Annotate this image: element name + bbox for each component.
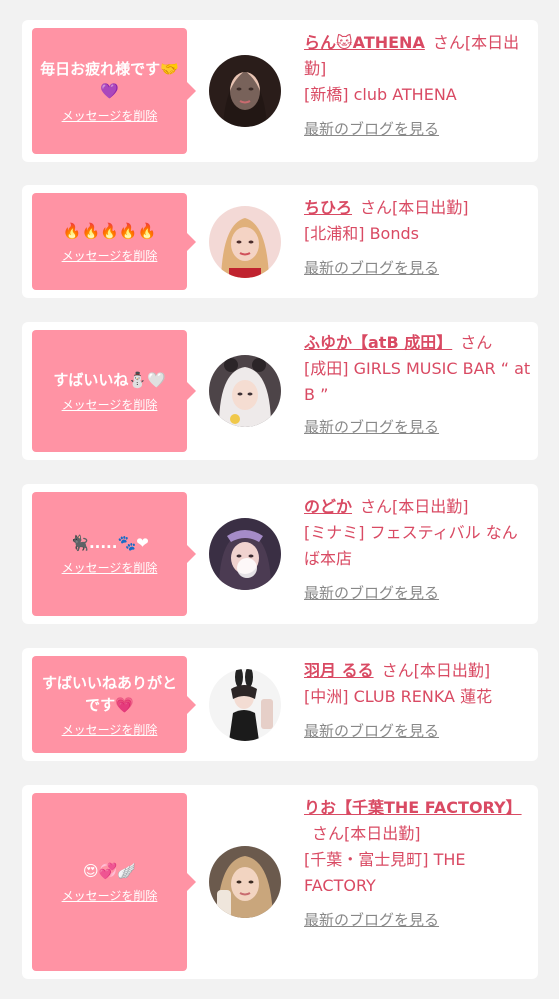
message-bubble: 🐈‍⬛.....🐾❤ メッセージを削除 bbox=[32, 492, 196, 616]
message-card: 🐈‍⬛.....🐾❤ メッセージを削除 のどか さん[本日出勤] [ミナミ] フェ… bbox=[22, 484, 538, 624]
girl-status: さん[本日出勤] bbox=[360, 497, 469, 516]
shop-name: [ミナミ] フェスティバル なんば本店 bbox=[304, 523, 518, 568]
avatar-maid-woman[interactable] bbox=[209, 518, 281, 590]
message-text: すばいいね⛄🤍 bbox=[53, 371, 166, 389]
delete-message-link[interactable]: メッセージを削除 bbox=[62, 247, 158, 264]
latest-blog-link[interactable]: 最新のブログを見る bbox=[304, 116, 439, 142]
latest-blog-link[interactable]: 最新のブログを見る bbox=[304, 907, 439, 933]
delete-message-link[interactable]: メッセージを削除 bbox=[62, 396, 158, 413]
girl-info: ちひろ さん[本日出勤] [北浦和] Bonds 最新のブログを見る bbox=[304, 195, 532, 281]
avatar-dark-hair-woman[interactable] bbox=[209, 55, 281, 127]
girl-info: 羽月 るる さん[本日出勤] [中洲] CLUB RENKA 蓮花 最新のブログを… bbox=[304, 658, 532, 744]
avatar-blonde-selfie-woman[interactable] bbox=[209, 846, 281, 918]
girl-name-link[interactable]: らん🐱ATHENA bbox=[304, 33, 425, 52]
shop-name: [新橋] club ATHENA bbox=[304, 85, 457, 104]
girl-status: さん[本日出勤] bbox=[381, 661, 491, 680]
latest-blog-link[interactable]: 最新のブログを見る bbox=[304, 414, 439, 440]
message-text: 😍💞🪽 bbox=[83, 862, 136, 880]
girl-name-link[interactable]: のどか bbox=[304, 497, 352, 516]
shop-name: [千葉・富士見町] THE FACTORY bbox=[304, 850, 466, 895]
girl-info: りお【千葉THE FACTORY】さん[本日出勤] [千葉・富士見町] THE … bbox=[304, 795, 532, 933]
message-bubble: すばいいね⛄🤍 メッセージを削除 bbox=[32, 330, 196, 452]
girl-name-link[interactable]: ちひろ bbox=[304, 198, 352, 217]
avatar-bunny-woman[interactable] bbox=[209, 669, 281, 741]
message-bubble: 😍💞🪽 メッセージを削除 bbox=[32, 793, 196, 971]
shop-name: [成田] GIRLS MUSIC BAR “ at B ” bbox=[304, 359, 531, 404]
message-card: すばいいね⛄🤍 メッセージを削除 ふゆか【atB 成田】 さん [成田] GIRL… bbox=[22, 322, 538, 460]
message-card: すばいいねありがとです💗 メッセージを削除 羽月 るる さん[本日出勤] [中洲]… bbox=[22, 648, 538, 761]
shop-name: [中洲] CLUB RENKA 蓮花 bbox=[304, 687, 493, 706]
girl-name-link[interactable]: 羽月 るる bbox=[304, 661, 374, 680]
latest-blog-link[interactable]: 最新のブログを見る bbox=[304, 255, 439, 281]
latest-blog-link[interactable]: 最新のブログを見る bbox=[304, 718, 439, 744]
message-card: 😍💞🪽 メッセージを削除 りお【千葉THE FACTORY】さん[本日出勤] [… bbox=[22, 785, 538, 979]
delete-message-link[interactable]: メッセージを削除 bbox=[62, 887, 158, 904]
message-text: 🐈‍⬛.....🐾❤ bbox=[70, 534, 149, 552]
delete-message-link[interactable]: メッセージを削除 bbox=[62, 721, 158, 738]
message-card: 🔥🔥🔥🔥🔥 メッセージを削除 ちひろ さん[本日出勤] [北浦和] Bonds 最… bbox=[22, 185, 538, 298]
message-bubble: 🔥🔥🔥🔥🔥 メッセージを削除 bbox=[32, 193, 196, 290]
message-text: 毎日お疲れ様です🤝💜 bbox=[40, 60, 179, 100]
girl-name-link[interactable]: ふゆか【atB 成田】 bbox=[304, 333, 452, 352]
girl-info: ふゆか【atB 成田】 さん [成田] GIRLS MUSIC BAR “ at … bbox=[304, 330, 532, 440]
girl-status: さん bbox=[460, 333, 493, 352]
girl-status: さん[本日出勤] bbox=[312, 824, 421, 843]
avatar-blonde-woman[interactable] bbox=[209, 206, 281, 278]
girl-info: らん🐱ATHENA さん[本日出勤] [新橋] club ATHENA 最新のブロ… bbox=[304, 30, 532, 142]
girl-info: のどか さん[本日出勤] [ミナミ] フェスティバル なんば本店 最新のブログを見… bbox=[304, 494, 532, 606]
girl-name-link[interactable]: りお【千葉THE FACTORY】 bbox=[304, 798, 522, 817]
delete-message-link[interactable]: メッセージを削除 bbox=[62, 559, 158, 576]
shop-name: [北浦和] Bonds bbox=[304, 224, 419, 243]
message-bubble: 毎日お疲れ様です🤝💜 メッセージを削除 bbox=[32, 28, 196, 154]
latest-blog-link[interactable]: 最新のブログを見る bbox=[304, 580, 439, 606]
message-card: 毎日お疲れ様です🤝💜 メッセージを削除 らん🐱ATHENA さん[本日出勤] [新… bbox=[22, 20, 538, 162]
delete-message-link[interactable]: メッセージを削除 bbox=[62, 107, 158, 124]
message-text: 🔥🔥🔥🔥🔥 bbox=[62, 221, 157, 240]
message-text: すばいいねありがとです💗 bbox=[41, 673, 177, 714]
message-bubble: すばいいねありがとです💗 メッセージを削除 bbox=[32, 656, 196, 753]
girl-status: さん[本日出勤] bbox=[360, 198, 469, 217]
avatar-white-hair-woman[interactable] bbox=[209, 355, 281, 427]
